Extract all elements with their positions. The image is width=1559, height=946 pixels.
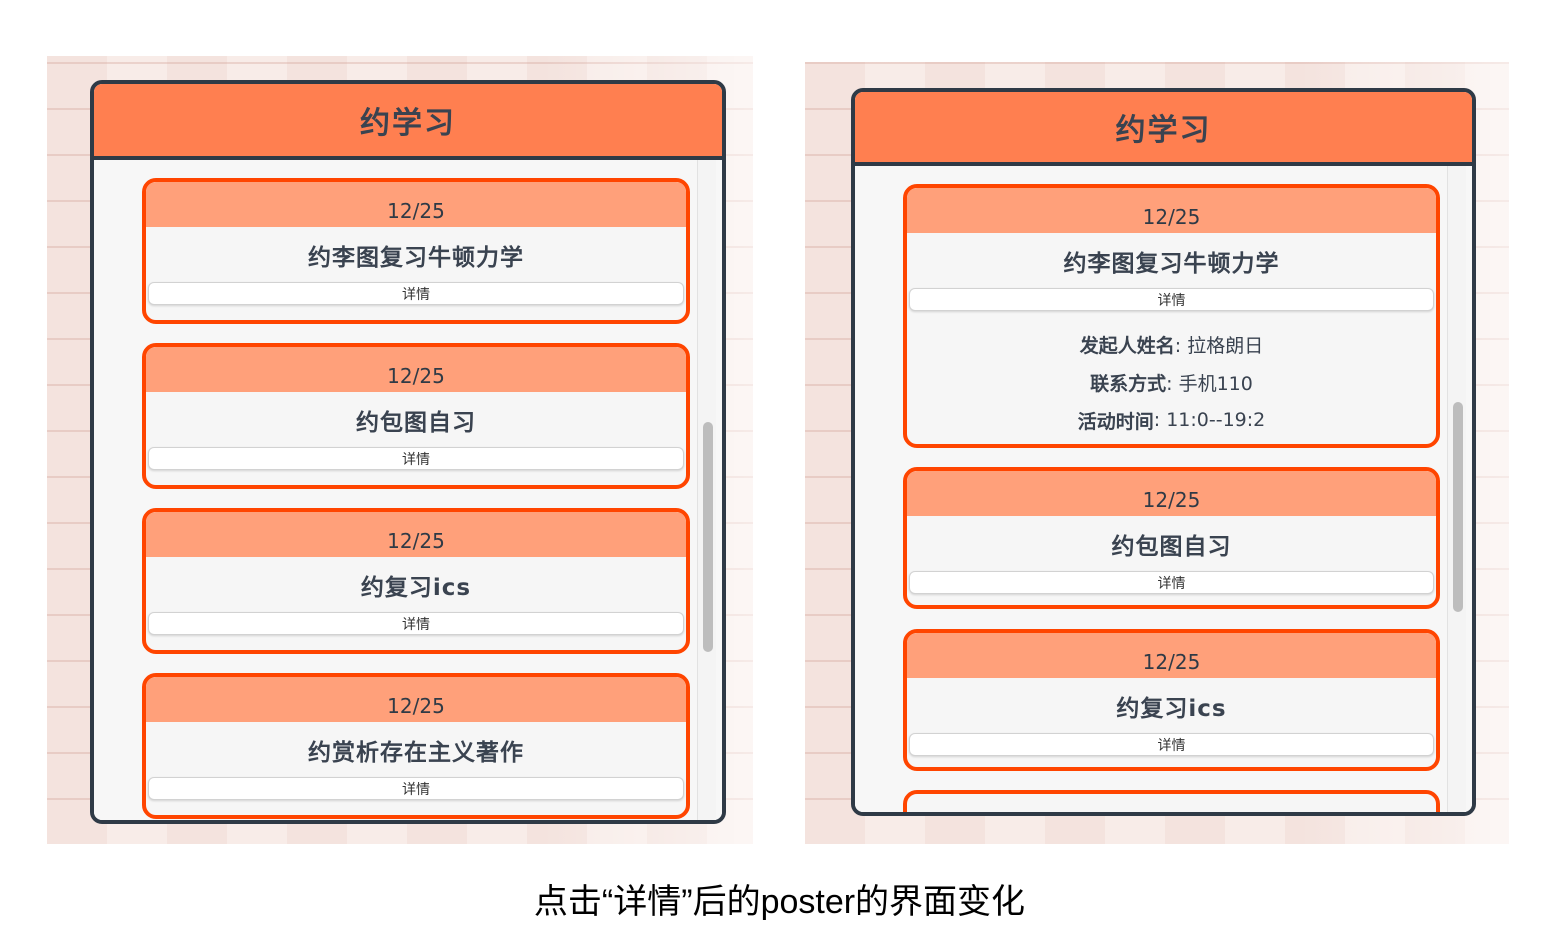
poster-date: 12/25 xyxy=(146,677,686,722)
details-button[interactable]: 详情 xyxy=(148,777,684,800)
poster-card: 12/25 约李图复习牛顿力学 详情 xyxy=(142,178,690,324)
poster-date: 12/25 xyxy=(146,182,686,227)
details-button[interactable]: 详情 xyxy=(148,282,684,305)
poster-list[interactable]: 12/25 约李图复习牛顿力学 详情 12/25 约包图自习 详情 12/25 … xyxy=(94,160,722,820)
detail-contact: 联系方式: 手机110 xyxy=(907,363,1436,401)
poster-card-expanded: 12/25 约李图复习牛顿力学 详情 发起人姓名: 拉格朗日 联系方式: 手机1… xyxy=(903,184,1440,448)
poster-details: 发起人姓名: 拉格朗日 联系方式: 手机110 活动时间: 11:0--19:2 xyxy=(907,311,1436,439)
poster-panel-before: 约学习 12/25 约李图复习牛顿力学 详情 12/25 约包图自习 详情 12… xyxy=(90,80,726,824)
scrollbar-thumb[interactable] xyxy=(703,422,713,652)
scrollbar[interactable] xyxy=(1447,166,1466,812)
details-button[interactable]: 详情 xyxy=(909,571,1434,594)
detail-value: : 拉格朗日 xyxy=(1174,334,1264,357)
poster-card: 12/25 约复习ics 详情 xyxy=(903,629,1440,771)
poster-panel-after: 约学习 12/25 约李图复习牛顿力学 详情 发起人姓名: 拉格朗日 联系方式:… xyxy=(851,88,1476,816)
poster-date: 12/25 xyxy=(146,512,686,557)
poster-title: 约赏析存在主义著作 xyxy=(308,739,524,766)
poster-date: 12/25 xyxy=(907,188,1436,233)
detail-time: 活动时间: 11:0--19:2 xyxy=(907,401,1436,439)
poster-date: 12/25 xyxy=(146,347,686,392)
poster-date: 12/25 xyxy=(907,633,1436,678)
detail-organizer: 发起人姓名: 拉格朗日 xyxy=(907,325,1436,363)
poster-title: 约复习ics xyxy=(1116,695,1227,722)
poster-card: 12/25 约复习ics 详情 xyxy=(142,508,690,654)
poster-title: 约李图复习牛顿力学 xyxy=(1063,250,1280,277)
poster-card: 12/25 约包图自习 详情 xyxy=(142,343,690,489)
details-button[interactable]: 详情 xyxy=(909,288,1434,311)
figure-caption: 点击“详情”后的poster的界面变化 xyxy=(533,883,1026,921)
details-button[interactable]: 详情 xyxy=(909,733,1434,756)
detail-value: : 手机110 xyxy=(1166,372,1253,395)
panel-header-title: 约学习 xyxy=(855,92,1472,166)
detail-label: 发起人姓名 xyxy=(1079,334,1175,357)
detail-value: : 11:0--19:2 xyxy=(1153,409,1266,431)
poster-card: 12/25 约赏析存在主义著作 详情 xyxy=(142,673,690,819)
details-button[interactable]: 详情 xyxy=(148,447,684,470)
details-button[interactable]: 详情 xyxy=(148,612,684,635)
detail-label: 活动时间 xyxy=(1077,410,1154,433)
poster-title: 约复习ics xyxy=(360,574,472,601)
poster-title: 约包图自习 xyxy=(356,409,476,436)
scrollbar-thumb[interactable] xyxy=(1453,402,1463,612)
poster-list[interactable]: 12/25 约李图复习牛顿力学 详情 发起人姓名: 拉格朗日 联系方式: 手机1… xyxy=(855,166,1472,812)
poster-card-partial xyxy=(903,790,1440,812)
poster-title: 约包图自习 xyxy=(1111,533,1232,560)
poster-date: 12/25 xyxy=(907,471,1436,516)
panel-header-title: 约学习 xyxy=(94,84,722,160)
poster-card: 12/25 约包图自习 详情 xyxy=(903,467,1440,609)
detail-label: 联系方式 xyxy=(1090,372,1167,395)
poster-title: 约李图复习牛顿力学 xyxy=(308,244,524,271)
scrollbar[interactable] xyxy=(697,160,716,820)
